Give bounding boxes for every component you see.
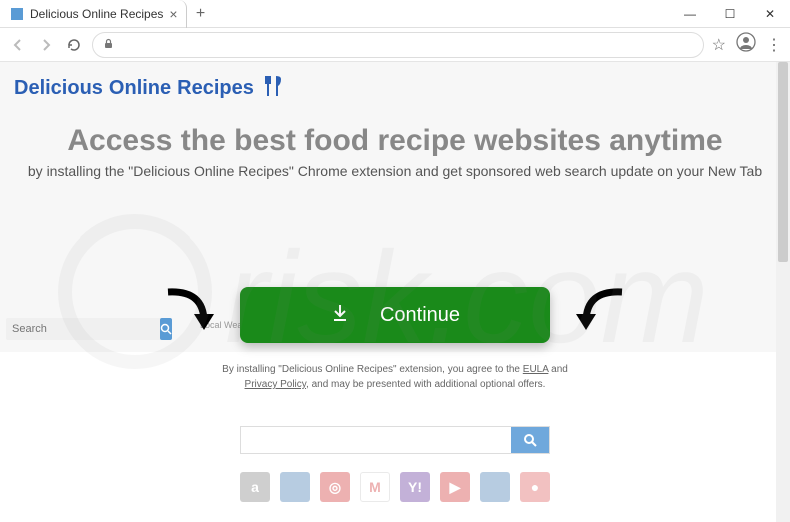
quick-tile-4[interactable]: Y! [400,472,430,502]
reload-button[interactable] [64,35,84,55]
logo-word-2: Online [109,77,171,100]
page-content: Delicious Online Recipes Access the best… [0,62,790,522]
arrow-right-icon [568,282,634,348]
quick-tile-1[interactable] [280,472,310,502]
quick-tile-3[interactable]: M [360,472,390,502]
quick-link-tiles: a ◎ M Y! ▶ ● [240,472,550,502]
fork-knife-icon [264,74,284,103]
tab-title: Delicious Online Recipes [30,7,163,21]
page-headline: Access the best food recipe websites any… [0,124,790,158]
arrow-left-icon [156,282,222,348]
forward-button[interactable] [36,35,56,55]
tab-favicon [10,7,24,21]
bookmark-star-icon[interactable]: ☆ [712,35,726,55]
lower-search-button[interactable] [511,427,549,453]
continue-button[interactable]: Continue [240,287,550,343]
window-controls: — ☐ ✕ [670,0,790,28]
lock-icon [103,38,114,52]
quick-tile-2[interactable]: ◎ [320,472,350,502]
logo-word-3: Recipes [177,77,254,100]
vertical-scrollbar[interactable] [776,62,790,522]
maximize-button[interactable]: ☐ [710,0,750,28]
scrollbar-thumb[interactable] [778,62,788,262]
disclaimer-text: By installing "Delicious Online Recipes"… [0,362,790,392]
disclaimer-prefix: By installing "Delicious Online Recipes"… [222,364,523,375]
continue-label: Continue [380,304,460,327]
site-logo: Delicious Online Recipes [14,74,284,103]
lower-search-bar [240,426,550,454]
address-bar[interactable] [92,32,704,58]
browser-tab[interactable]: Delicious Online Recipes × [0,0,187,28]
window-title-bar: Delicious Online Recipes × + — ☐ ✕ [0,0,790,28]
logo-word-1: Delicious [14,77,103,100]
download-icon [330,303,350,328]
new-tab-button[interactable]: + [187,5,215,23]
cta-row: Continue [0,282,790,348]
quick-tile-6[interactable] [480,472,510,502]
profile-icon[interactable] [736,32,756,57]
disclaimer-and: and [548,364,567,375]
browser-nav-bar: ☆ ⋮ [0,28,790,62]
quick-tile-5[interactable]: ▶ [440,472,470,502]
lower-search-input[interactable] [241,427,511,453]
close-button[interactable]: ✕ [750,0,790,28]
menu-icon[interactable]: ⋮ [766,35,782,55]
quick-tile-7[interactable]: ● [520,472,550,502]
page-subheadline: by installing the "Delicious Online Reci… [5,162,785,182]
eula-link[interactable]: EULA [523,364,549,375]
minimize-button[interactable]: — [670,0,710,28]
quick-tile-0[interactable]: a [240,472,270,502]
privacy-policy-link[interactable]: Privacy Policy [245,379,307,390]
back-button[interactable] [8,35,28,55]
close-tab-icon[interactable]: × [169,6,177,22]
disclaimer-suffix: , and may be presented with additional o… [306,379,545,390]
